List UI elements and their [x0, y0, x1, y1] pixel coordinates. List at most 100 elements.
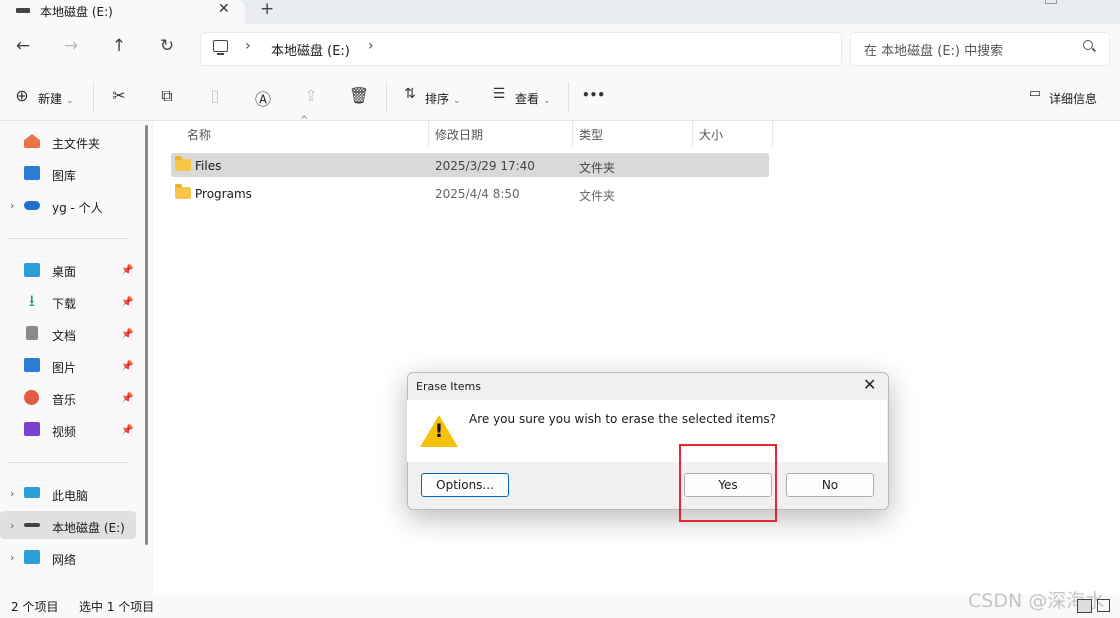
- dialog-body: [407, 400, 887, 462]
- selected-count: 选中 1 个项目: [79, 600, 155, 614]
- sort-icon: ⇅: [404, 86, 416, 102]
- videos-icon: [24, 422, 40, 436]
- column-header-size[interactable]: 大小: [699, 126, 723, 143]
- dialog-title: Erase Items: [416, 380, 481, 393]
- dialog-close-icon[interactable]: ✕: [863, 375, 876, 394]
- pictures-icon: [24, 358, 40, 372]
- column-header-name[interactable]: 名称: [187, 126, 211, 143]
- sidebar-item-local-disk[interactable]: 本地磁盘 (E:): [52, 519, 125, 536]
- details-pane-icon: ▭: [1028, 86, 1042, 101]
- file-name[interactable]: Programs: [195, 187, 252, 201]
- breadcrumb-separator[interactable]: ›: [368, 38, 374, 54]
- drive-icon: [24, 523, 40, 527]
- file-modified: 2025/3/29 17:40: [435, 159, 535, 173]
- sort-button[interactable]: 排序 ⌄: [425, 90, 461, 107]
- pin-icon: 📌: [121, 361, 134, 372]
- onedrive-icon: [24, 201, 40, 210]
- expand-chevron-icon[interactable]: ›: [10, 551, 14, 564]
- expand-chevron-icon[interactable]: ›: [10, 519, 14, 532]
- column-divider[interactable]: [772, 121, 773, 147]
- view-button[interactable]: 查看 ⌄: [515, 90, 551, 107]
- sidebar-item-gallery[interactable]: 图库: [52, 167, 76, 184]
- column-divider[interactable]: [572, 121, 573, 147]
- sidebar-item-music[interactable]: 音乐: [52, 391, 76, 408]
- details-view-icon[interactable]: [1077, 599, 1092, 613]
- divider: [568, 82, 569, 112]
- pin-icon: 📌: [121, 297, 134, 308]
- file-name[interactable]: Files: [195, 159, 221, 173]
- pin-icon: 📌: [121, 265, 134, 276]
- new-button[interactable]: 新建 ⌄: [38, 90, 74, 107]
- file-type: 文件夹: [579, 189, 616, 203]
- refresh-button[interactable]: ↻: [155, 36, 179, 56]
- delete-icon[interactable]: 🗑: [348, 86, 370, 105]
- cut-icon[interactable]: ✂: [108, 86, 130, 105]
- new-tab-button[interactable]: +: [260, 0, 274, 19]
- sidebar-item-desktop[interactable]: 桌面: [52, 263, 76, 280]
- sidebar-item-pictures[interactable]: 图片: [52, 359, 76, 376]
- pin-icon: 📌: [121, 425, 134, 436]
- divider: [386, 82, 387, 112]
- expand-chevron-icon[interactable]: ›: [10, 487, 14, 500]
- divider: [8, 238, 128, 239]
- gallery-icon: [24, 166, 40, 180]
- tab-local-disk[interactable]: 本地磁盘 (E:) ✕: [0, 0, 245, 24]
- column-divider[interactable]: [692, 121, 693, 147]
- details-button[interactable]: 详细信息: [1049, 90, 1097, 107]
- copy-icon[interactable]: ⧉: [156, 86, 178, 106]
- breadcrumb-local-disk[interactable]: 本地磁盘 (E:): [271, 40, 350, 59]
- documents-icon: [26, 326, 38, 340]
- up-button[interactable]: ↑: [107, 36, 131, 56]
- music-icon: [24, 390, 39, 405]
- sidebar-item-videos[interactable]: 视频: [52, 423, 76, 440]
- file-type: 文件夹: [579, 161, 616, 175]
- forward-button[interactable]: →: [59, 36, 83, 56]
- tab-title: 本地磁盘 (E:): [40, 5, 113, 19]
- pin-icon: 📌: [121, 329, 134, 340]
- paste-icon[interactable]: ▯: [204, 86, 226, 105]
- search-icon: [1083, 40, 1093, 50]
- tiles-view-icon[interactable]: [1097, 599, 1110, 612]
- divider: [93, 82, 94, 112]
- this-pc-icon: [24, 487, 40, 498]
- column-divider[interactable]: [428, 121, 429, 147]
- pin-icon: 📌: [121, 393, 134, 404]
- expand-chevron-icon[interactable]: ›: [10, 199, 14, 212]
- more-icon[interactable]: •••: [582, 88, 605, 102]
- file-modified: 2025/4/4 8:50: [435, 187, 520, 201]
- status-bar: [0, 595, 1120, 618]
- no-button[interactable]: No: [786, 473, 874, 497]
- search-placeholder: 在 本地磁盘 (E:) 中搜索: [864, 44, 1004, 59]
- sort-ascending-icon: ^: [300, 115, 309, 126]
- view-icon: ☰: [492, 86, 506, 102]
- download-icon: ⭳: [29, 291, 35, 310]
- sidebar-item-downloads[interactable]: 下载: [52, 295, 76, 312]
- sidebar-item-onedrive[interactable]: yg - 个人: [52, 199, 103, 216]
- drive-icon: [16, 8, 30, 13]
- item-count: 2 个项目: [11, 600, 59, 614]
- highlight-box: [679, 444, 777, 522]
- rename-icon[interactable]: Ⓐ: [252, 86, 274, 110]
- desktop-icon: [24, 263, 40, 277]
- plus-circle-icon: ⊕: [15, 86, 29, 105]
- sidebar-scrollbar[interactable]: [145, 125, 148, 545]
- back-button[interactable]: ←: [11, 36, 35, 56]
- dialog-message: Are you sure you wish to erase the selec…: [469, 412, 777, 426]
- warning-mark: !: [434, 420, 444, 442]
- maximize-icon[interactable]: [1045, 0, 1057, 4]
- sidebar-item-this-pc[interactable]: 此电脑: [52, 487, 88, 504]
- breadcrumb-separator[interactable]: ›: [245, 38, 251, 54]
- folder-icon: [175, 156, 191, 171]
- options-button[interactable]: Options...: [421, 473, 509, 497]
- share-icon[interactable]: ⇪: [300, 86, 322, 105]
- computer-icon: [213, 40, 228, 55]
- folder-icon: [175, 184, 191, 199]
- divider: [8, 462, 128, 463]
- network-icon: [24, 550, 40, 564]
- tab-close-icon[interactable]: ✕: [218, 1, 230, 17]
- column-header-modified[interactable]: 修改日期: [435, 126, 483, 143]
- sidebar-item-home[interactable]: 主文件夹: [52, 135, 100, 152]
- column-header-type[interactable]: 类型: [579, 126, 603, 143]
- sidebar-item-network[interactable]: 网络: [52, 551, 76, 568]
- sidebar-item-documents[interactable]: 文档: [52, 327, 76, 344]
